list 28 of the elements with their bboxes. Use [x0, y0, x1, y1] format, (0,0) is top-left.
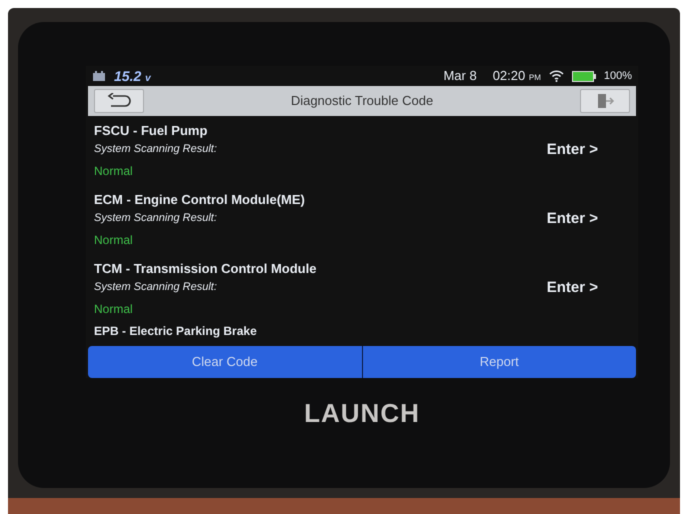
scan-status: Normal — [94, 301, 134, 318]
car-battery-icon — [92, 70, 106, 82]
date-text: Mar 8 — [443, 67, 477, 86]
exit-button[interactable] — [580, 89, 630, 113]
voltage-reading: 15.2 v — [114, 66, 151, 86]
scan-result-label: System Scanning Result: — [94, 280, 218, 294]
clock-text: 02:20 PM — [492, 67, 541, 86]
system-name: FSCU - Fuel Pump — [94, 122, 208, 140]
scan-status: Normal — [94, 163, 134, 180]
battery-icon — [572, 70, 596, 82]
exit-door-icon — [595, 93, 615, 109]
wifi-icon — [548, 70, 564, 82]
system-name: TCM - Transmission Control Module — [94, 260, 318, 278]
scan-result-label: System Scanning Result: — [94, 210, 218, 226]
enter-button[interactable]: Enter > — [546, 139, 598, 162]
scan-status: Normal — [94, 232, 134, 249]
battery-percent: 100% — [604, 68, 632, 84]
enter-button[interactable]: Enter > — [546, 208, 598, 231]
action-button[interactable]: Report — [362, 346, 636, 378]
scan-result-label: System Scanning Result: — [94, 142, 218, 156]
brand-logo: LAUNCH — [303, 397, 421, 430]
action-button[interactable]: Clear Code — [88, 346, 362, 378]
system-name: ECM - Engine Control Module(ME) — [94, 191, 306, 209]
system-name: EPB - Electric Parking Brake — [93, 323, 258, 339]
back-button[interactable] — [94, 89, 144, 113]
screen-title: Diagnostic Trouble Code — [290, 92, 434, 110]
enter-button[interactable]: Enter > — [546, 277, 598, 300]
back-arrow-icon — [107, 93, 131, 109]
